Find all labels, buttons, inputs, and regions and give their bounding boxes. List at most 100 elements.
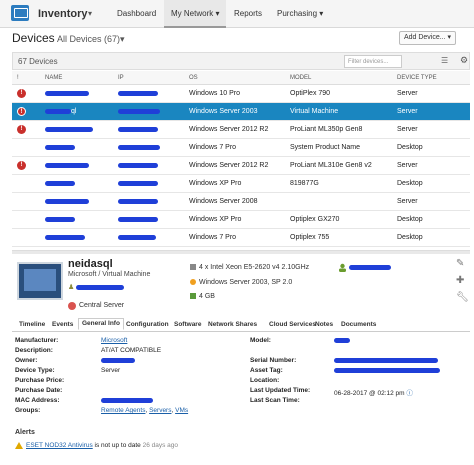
gear-icon[interactable]: ⚙	[460, 55, 468, 66]
filter-input[interactable]: Filter devices...	[344, 55, 402, 68]
add-icon[interactable]: ✚	[456, 275, 464, 286]
table-row[interactable]: ! ql Windows Server 2003 Virtual Machine Ser…	[12, 103, 470, 121]
table-row[interactable]: Windows Server 2008 Server	[12, 193, 470, 211]
col-ip[interactable]: IP	[118, 75, 124, 81]
tab-documents[interactable]: Documents	[341, 321, 376, 328]
app-logo-icon[interactable]	[11, 5, 29, 21]
label-purchase-date: Purchase Date:	[15, 387, 63, 394]
panel-splitter[interactable]	[12, 250, 470, 254]
cell-os: Windows Server 2012 R2	[189, 126, 269, 133]
nav-purchasing[interactable]: Purchasing ▾	[270, 0, 330, 28]
nav-reports[interactable]: Reports	[227, 0, 269, 28]
tab-software[interactable]: Software	[174, 321, 201, 328]
cell-model: System Product Name	[290, 144, 361, 151]
label-model: Model:	[250, 337, 271, 344]
col-device-type[interactable]: DEVICE TYPE	[397, 75, 437, 81]
os-icon	[190, 279, 196, 286]
cell-name[interactable]	[45, 162, 89, 169]
device-type-link[interactable]: Microsoft / Virtual Machine	[68, 271, 150, 278]
label-location: Location:	[250, 377, 280, 384]
tab-network-shares[interactable]: Network Shares	[208, 321, 257, 328]
table-row[interactable]: ! Windows 10 Pro OptiPlex 790 Server	[12, 85, 470, 103]
tab-events[interactable]: Events	[52, 321, 73, 328]
tab-cloud-services[interactable]: Cloud Services	[269, 321, 316, 328]
tab-timeline[interactable]: Timeline	[19, 321, 45, 328]
alert-icon[interactable]: !	[17, 107, 26, 116]
site-name[interactable]: Central Server	[79, 302, 124, 309]
group-link[interactable]: Remote Agents	[101, 407, 145, 414]
label-asset-tag: Asset Tag:	[250, 367, 283, 374]
redacted-name	[45, 162, 89, 168]
redacted-ip	[118, 180, 158, 186]
table-row[interactable]: ! Windows Server 2012 R2 ProLiant ML310e G…	[12, 157, 470, 175]
label-device-type: Device Type:	[15, 367, 55, 374]
redacted-ip	[118, 198, 158, 204]
cell-name[interactable]	[45, 144, 75, 151]
table-header: ! NAME IP OS MODEL DEVICE TYPE	[12, 71, 470, 85]
alert-item: ESET NOD32 Antivirus is not up to date 2…	[15, 442, 178, 449]
cell-name[interactable]	[45, 234, 85, 241]
label-groups: Groups:	[15, 407, 41, 414]
redacted-name	[45, 144, 75, 150]
table-row[interactable]: Windows XP Pro 819877G Desktop	[12, 175, 470, 193]
alert-icon[interactable]: !	[17, 89, 26, 98]
cell-os: Windows XP Pro	[189, 216, 242, 223]
cell-model: ProLiant ML350p Gen8	[290, 126, 363, 133]
device-count: 67 Devices	[18, 57, 58, 66]
tab-general-info[interactable]: General Info	[78, 318, 124, 330]
cell-device-type: Desktop	[397, 180, 423, 187]
nav-dashboard[interactable]: Dashboard	[110, 0, 163, 28]
table-row[interactable]: Windows 7 Pro Optiplex 755 Desktop	[12, 229, 470, 247]
label-last-scan: Last Scan Time:	[250, 397, 300, 404]
info-icon[interactable]: ⓘ	[406, 390, 413, 397]
redacted-owner	[349, 265, 391, 270]
edit-icon[interactable]: ✎	[456, 258, 464, 269]
cell-name[interactable]	[45, 216, 75, 223]
alert-icon[interactable]: !	[17, 161, 26, 170]
cell-name[interactable]	[45, 126, 93, 133]
device-user: ♟	[68, 283, 125, 291]
cell-name[interactable]	[45, 90, 89, 97]
alert-product-link[interactable]: ESET NOD32 Antivirus	[26, 442, 93, 449]
cell-name[interactable]	[45, 180, 75, 187]
value-manufacturer[interactable]: Microsoft	[101, 337, 127, 344]
alert-icon[interactable]: !	[17, 125, 26, 134]
chevron-down-icon[interactable]: ▾	[88, 9, 92, 18]
cell-os: Windows Server 2008	[189, 198, 258, 205]
group-link[interactable]: VMs	[175, 407, 188, 414]
table-row[interactable]: Windows 7 Pro System Product Name Desktop	[12, 139, 470, 157]
cell-device-type: Server	[397, 126, 418, 133]
add-device-button[interactable]: Add Device... ▾	[399, 31, 456, 45]
user-icon: ♟	[68, 284, 75, 291]
tab-configuration[interactable]: Configuration	[126, 321, 169, 328]
cell-os: Windows 7 Pro	[189, 144, 237, 151]
redacted-serial	[334, 358, 438, 363]
warning-icon	[15, 442, 23, 449]
table-row[interactable]: ! Windows Server 2012 R2 ProLiant ML350p G…	[12, 121, 470, 139]
cell-name[interactable]	[45, 198, 89, 205]
group-link[interactable]: Servers	[149, 407, 171, 414]
redacted-ip	[118, 162, 158, 168]
col-os[interactable]: OS	[189, 75, 198, 81]
redacted-name	[45, 90, 89, 96]
cell-device-type: Desktop	[397, 234, 423, 241]
view-selector[interactable]: All Devices (67)▾	[57, 34, 125, 45]
cell-name[interactable]: ql	[45, 108, 76, 115]
cell-ip	[118, 216, 158, 223]
redacted-model	[334, 338, 350, 343]
cell-device-type: Server	[397, 90, 418, 97]
nav-my-network[interactable]: My Network ▾	[164, 0, 227, 28]
cell-model: Optiplex 755	[290, 234, 330, 241]
label-serial-number: Serial Number:	[250, 357, 297, 364]
tab-notes[interactable]: Notes	[315, 321, 333, 328]
col-name[interactable]: NAME	[45, 75, 62, 81]
list-view-icon[interactable]: ☰	[441, 56, 448, 65]
cell-device-type: Server	[397, 162, 418, 169]
table-row[interactable]: Windows XP Pro Optiplex GX270 Desktop	[12, 211, 470, 229]
col-model[interactable]: MODEL	[290, 75, 311, 81]
app-name[interactable]: Inventory	[38, 8, 88, 20]
cell-ip	[118, 234, 156, 241]
cell-device-type: Server	[397, 198, 418, 205]
wrench-icon[interactable]: 🔧︎	[456, 292, 469, 303]
redacted-user	[76, 284, 125, 290]
